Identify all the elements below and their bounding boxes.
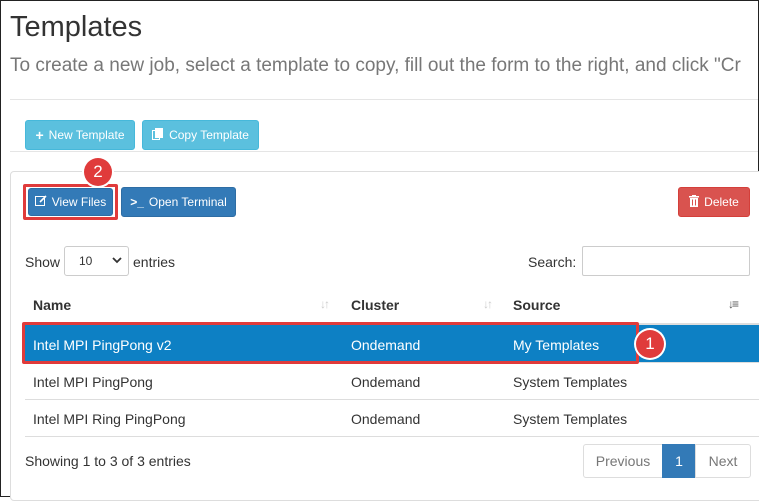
search-input[interactable] bbox=[582, 246, 750, 276]
cell-cluster: Ondemand bbox=[351, 411, 421, 427]
trash-icon bbox=[689, 194, 700, 210]
cell-cluster: Ondemand bbox=[351, 337, 421, 353]
view-files-button[interactable]: View Files bbox=[28, 188, 113, 216]
header-divider bbox=[10, 99, 758, 100]
column-header-name[interactable]: Name bbox=[33, 297, 71, 313]
copy-template-button[interactable]: Copy Template bbox=[142, 120, 259, 150]
new-template-label: New Template bbox=[48, 128, 125, 142]
plus-icon: + bbox=[35, 127, 44, 143]
page-length-select[interactable]: 10 bbox=[64, 246, 129, 276]
view-files-label: View Files bbox=[51, 195, 107, 209]
entries-label: entries bbox=[133, 254, 176, 270]
show-label: Show bbox=[25, 254, 61, 270]
column-header-source[interactable]: Source bbox=[513, 297, 560, 313]
edit-icon bbox=[34, 194, 47, 210]
open-terminal-label: Open Terminal bbox=[148, 195, 227, 209]
cell-cluster: Ondemand bbox=[351, 374, 421, 390]
page-subtitle: To create a new job, select a template t… bbox=[10, 55, 741, 76]
sort-icon[interactable]: ↓↑ bbox=[320, 297, 330, 311]
pagination-next[interactable]: Next bbox=[695, 444, 751, 478]
cell-source: System Templates bbox=[513, 411, 628, 427]
delete-button[interactable]: Delete bbox=[678, 187, 750, 217]
chevron-down-icon bbox=[112, 255, 122, 268]
open-terminal-button[interactable]: >_ Open Terminal bbox=[121, 187, 236, 217]
sort-asc-icon[interactable]: ↓≡ bbox=[728, 297, 739, 311]
table-bottom-divider bbox=[25, 436, 759, 437]
new-template-button[interactable]: + New Template bbox=[25, 120, 135, 150]
cell-name: Intel MPI Ring PingPong bbox=[33, 411, 186, 427]
annotation-badge-1: 1 bbox=[636, 330, 664, 358]
cell-source: My Templates bbox=[513, 337, 600, 353]
sort-icon[interactable]: ↓↑ bbox=[483, 297, 493, 311]
copy-template-label: Copy Template bbox=[169, 128, 249, 142]
search-label: Search: bbox=[528, 254, 577, 270]
pagination-previous[interactable]: Previous bbox=[583, 444, 663, 478]
copy-icon bbox=[152, 127, 164, 143]
delete-label: Delete bbox=[704, 195, 739, 209]
pagination-page-1[interactable]: 1 bbox=[662, 444, 696, 478]
table-info: Showing 1 to 3 of 3 entries bbox=[25, 453, 191, 469]
table-row[interactable]: Intel MPI Ring PingPong Ondemand System … bbox=[25, 399, 759, 436]
annotation-badge-2: 2 bbox=[84, 158, 112, 186]
table-row[interactable]: Intel MPI PingPong Ondemand System Templ… bbox=[25, 362, 759, 399]
pagination: Previous 1 Next bbox=[583, 444, 751, 478]
page-length-value: 10 bbox=[79, 254, 93, 268]
column-header-cluster[interactable]: Cluster bbox=[351, 297, 399, 313]
page-title: Templates bbox=[10, 11, 143, 43]
terminal-icon: >_ bbox=[130, 195, 144, 209]
cell-source: System Templates bbox=[513, 374, 628, 390]
cell-name: Intel MPI PingPong v2 bbox=[33, 337, 172, 353]
cell-name: Intel MPI PingPong bbox=[33, 374, 153, 390]
toolbar-divider bbox=[10, 151, 758, 152]
